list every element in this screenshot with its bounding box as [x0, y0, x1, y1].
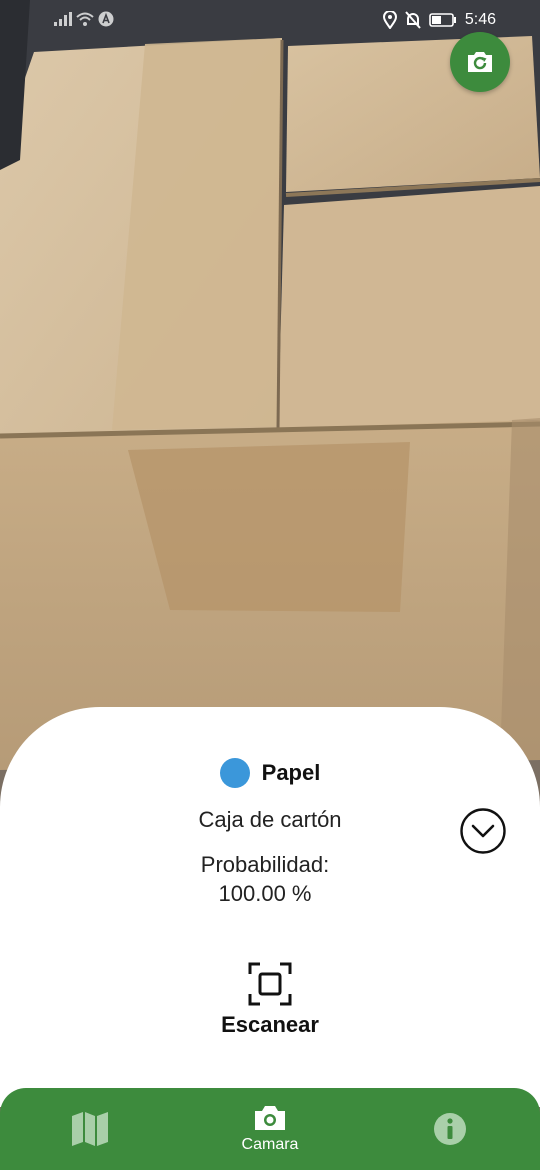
status-time: 5:46 — [464, 11, 496, 28]
battery-icon — [429, 13, 456, 27]
bottom-navigation: Camara — [0, 1088, 540, 1170]
expand-details-button[interactable] — [460, 808, 506, 854]
result-sheet: Papel Caja de cartón Probabilidad: 100.0… — [0, 707, 540, 1107]
category-color-dot — [219, 758, 250, 788]
wifi-icon — [76, 12, 94, 26]
camera-switch-icon — [468, 52, 492, 72]
scan-label: Escanear — [221, 1012, 319, 1037]
nav-item-map[interactable] — [50, 1088, 130, 1170]
scan-button[interactable]: Escanear — [190, 962, 350, 1052]
signal-icon — [54, 12, 72, 26]
chevron-down-circle-icon — [460, 808, 506, 854]
probability-label: Probabilidad: — [200, 852, 330, 877]
item-name: Caja de cartón — [198, 807, 342, 832]
location-icon — [382, 11, 397, 29]
switch-camera-button[interactable] — [450, 32, 510, 92]
nav-label-camera: Camara — [241, 1136, 299, 1153]
nav-item-camera[interactable]: Camara — [220, 1088, 320, 1170]
map-icon — [72, 1112, 108, 1146]
status-right-icons: 5:46 — [382, 11, 496, 29]
info-icon — [434, 1113, 466, 1145]
category-label: Papel — [261, 760, 321, 785]
probability-value: 100.00 % — [218, 881, 312, 906]
silent-icon — [405, 11, 421, 29]
category-row: Papel — [0, 758, 540, 788]
nav-item-info[interactable] — [410, 1088, 490, 1170]
data-icon — [98, 11, 114, 27]
camera-icon — [255, 1106, 285, 1130]
camera-screen: 5:46 Papel Caja de cartón Probabilidad: … — [0, 0, 540, 1170]
status-bar: 5:46 — [0, 0, 540, 40]
scan-frame-icon — [248, 962, 292, 1006]
status-left-icons — [54, 11, 114, 27]
